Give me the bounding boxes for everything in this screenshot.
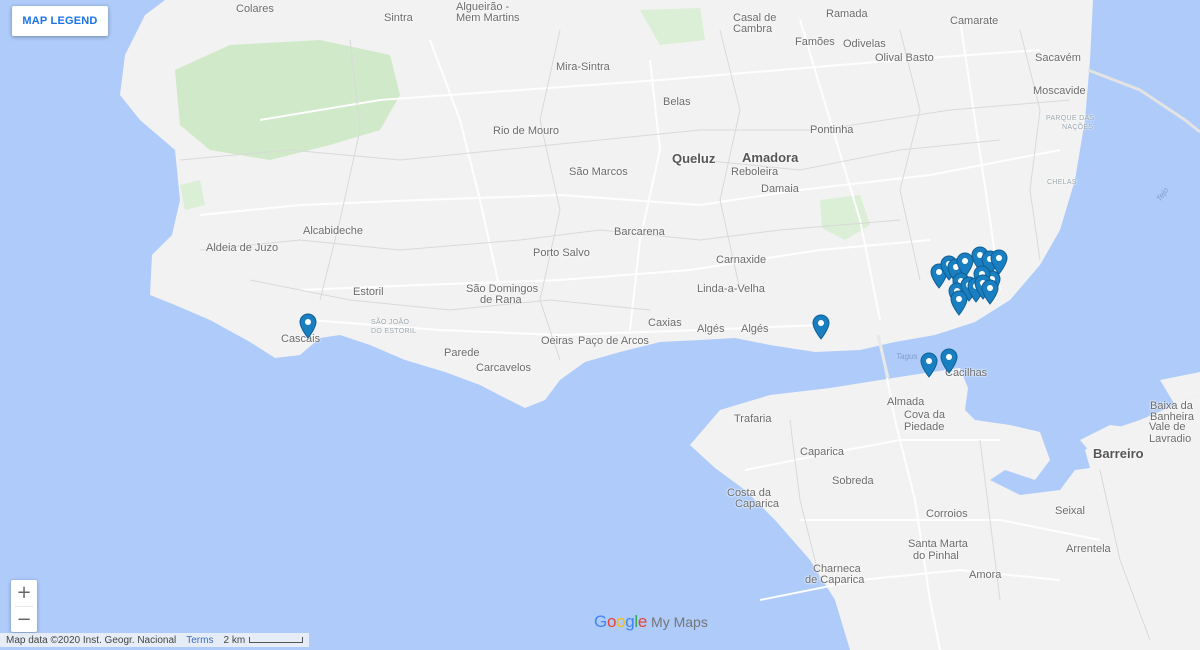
place-label: Colares <box>236 3 274 15</box>
place-label: Santa Marta <box>908 538 968 550</box>
place-label: Algés <box>741 323 769 335</box>
place-label: CHELAS <box>1047 179 1077 186</box>
place-label: Famões <box>795 36 835 48</box>
place-label: São Marcos <box>569 166 628 178</box>
scale-label: 2 km <box>223 634 246 646</box>
place-label: Odivelas <box>843 38 886 50</box>
place-label: Amadora <box>742 150 799 165</box>
google-wordmark: Google <box>594 612 648 631</box>
my-maps-label: My Maps <box>651 614 708 630</box>
location-pin-icon[interactable] <box>950 290 968 316</box>
place-label: Sacavém <box>1035 52 1081 64</box>
place-label: Moscavide <box>1033 85 1086 97</box>
place-label: Tagus <box>896 352 918 361</box>
terms-link[interactable]: Terms <box>186 635 213 646</box>
place-label: Carcavelos <box>476 362 532 374</box>
map-legend-button[interactable]: MAP LEGEND <box>12 6 108 36</box>
place-label: Carnaxide <box>716 254 767 266</box>
place-label: Oeiras <box>541 335 574 347</box>
place-label: DO ESTORIL <box>371 328 417 335</box>
place-label: Arrentela <box>1066 543 1111 555</box>
place-label: do Pinhal <box>913 550 959 562</box>
place-label: Piedade <box>904 421 945 433</box>
place-label: Paço de Arcos <box>578 335 649 347</box>
place-label: Queluz <box>672 151 716 166</box>
place-label: Ramada <box>826 8 868 20</box>
location-pin-icon[interactable] <box>981 279 999 305</box>
place-label: de Rana <box>480 294 522 306</box>
place-label: Sobreda <box>832 475 874 487</box>
place-label: Corroios <box>926 508 968 520</box>
place-label: de Caparica <box>805 574 865 586</box>
place-label: PARQUE DAS <box>1046 115 1095 122</box>
place-label: Mem Martins <box>456 12 520 24</box>
place-label: Mira-Sintra <box>556 61 610 73</box>
place-label: Alcabideche <box>303 225 363 237</box>
place-label: Lavradio <box>1149 433 1192 445</box>
place-label: Sintra <box>384 12 413 24</box>
place-label: Barreiro <box>1093 446 1144 461</box>
place-label: SÃO JOÃO <box>371 319 410 326</box>
place-label: Caparica <box>735 498 780 510</box>
place-label: Pontinha <box>810 124 854 136</box>
place-label: Reboleira <box>731 166 779 178</box>
scale-bar <box>249 637 304 643</box>
attribution-bar: Map data ©2020 Inst. Geogr. Nacional Ter… <box>0 633 310 647</box>
place-label: Estoril <box>353 286 384 298</box>
map-base <box>0 0 1200 650</box>
place-label: Vale de <box>1149 421 1186 433</box>
place-label: Cova da <box>904 409 945 421</box>
scale-indicator[interactable]: 2 km <box>223 634 304 646</box>
place-label: Olival Basto <box>875 52 934 64</box>
zoom-out-button[interactable]: − <box>11 607 37 633</box>
location-pin-icon[interactable] <box>940 348 958 374</box>
place-label: Porto Salvo <box>533 247 590 259</box>
place-label: Barcarena <box>614 226 665 238</box>
place-label: Belas <box>663 96 691 108</box>
place-label: Trafaria <box>734 413 772 425</box>
place-label: Damaia <box>761 183 799 195</box>
place-label: Seixal <box>1055 505 1085 517</box>
place-label: Caparica <box>800 446 845 458</box>
place-label: NAÇÕES <box>1062 124 1094 131</box>
place-label: Cambra <box>733 23 773 35</box>
map-data-text: Map data ©2020 Inst. Geogr. Nacional <box>6 634 177 646</box>
zoom-in-button[interactable]: + <box>11 580 37 606</box>
place-label: Rio de Mouro <box>493 125 560 137</box>
place-label: Caxias <box>648 317 682 329</box>
map-canvas[interactable]: Colares Sintra Algueirão - Mem Martins Mira-… <box>0 0 1200 650</box>
place-label: Parede <box>444 347 480 359</box>
place-label: Aldeia de Juzo <box>206 242 279 254</box>
location-pin-icon[interactable] <box>920 352 938 378</box>
place-label: Camarate <box>950 15 999 27</box>
zoom-control: + − <box>11 580 37 632</box>
location-pin-icon[interactable] <box>812 314 830 340</box>
place-label: Almada <box>887 396 925 408</box>
place-label: Algés <box>697 323 725 335</box>
place-label: Linda-a-Velha <box>697 283 765 295</box>
location-pin-icon[interactable] <box>299 313 317 339</box>
google-my-maps-logo: Google My Maps <box>594 612 708 632</box>
place-label: Amora <box>969 569 1002 581</box>
